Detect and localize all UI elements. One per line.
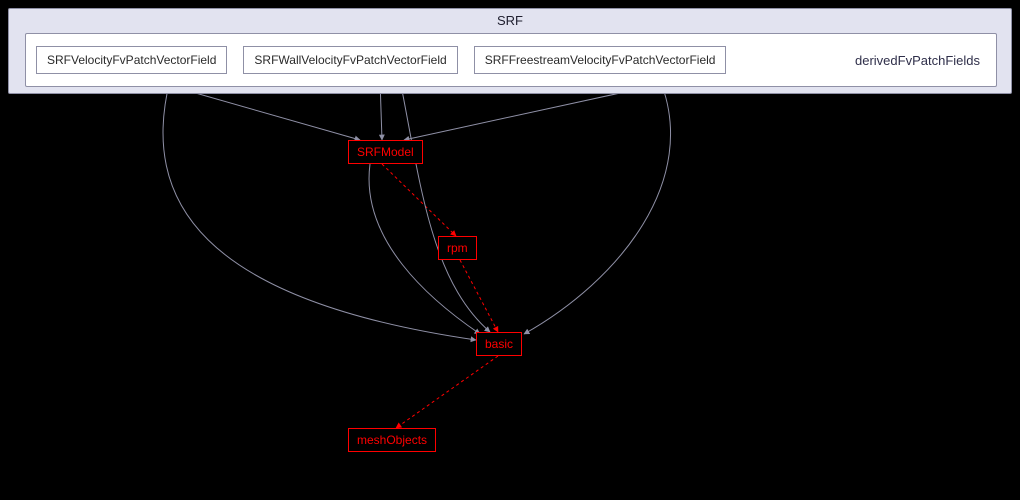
node-srf-freestream-velocity[interactable]: SRFFreestreamVelocityFvPatchVectorField — [474, 46, 727, 74]
inner-container-title: derivedFvPatchFields — [855, 53, 986, 68]
node-rpm[interactable]: rpm — [438, 236, 477, 260]
container-title: SRF — [497, 13, 523, 28]
node-meshobjects[interactable]: meshObjects — [348, 428, 436, 452]
node-basic[interactable]: basic — [476, 332, 522, 356]
srf-container: SRF SRFVelocityFvPatchVectorField SRFWal… — [8, 8, 1012, 94]
derived-container: SRFVelocityFvPatchVectorField SRFWallVel… — [25, 33, 997, 87]
node-srf-wall-velocity[interactable]: SRFWallVelocityFvPatchVectorField — [243, 46, 457, 74]
node-srfmodel[interactable]: SRFModel — [348, 140, 423, 164]
node-srf-velocity[interactable]: SRFVelocityFvPatchVectorField — [36, 46, 227, 74]
